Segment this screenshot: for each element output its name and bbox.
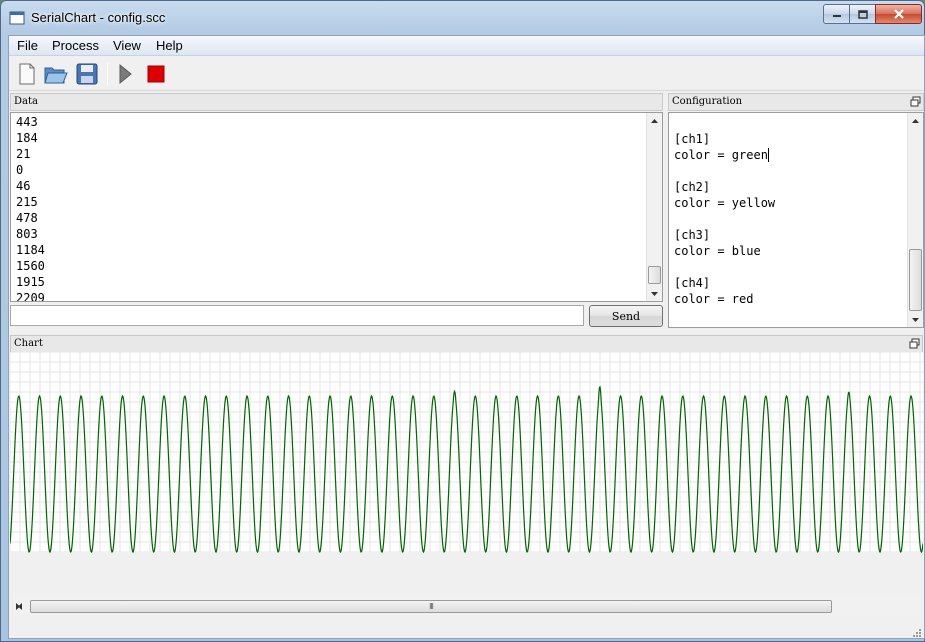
arrow-up-icon [651, 118, 658, 123]
chart-panel-label: Chart [14, 338, 43, 349]
config-line: color = red [674, 292, 754, 306]
data-log-line: 443 [16, 115, 38, 129]
title-bar[interactable]: SerialChart - config.scc [1, 1, 924, 35]
run-button[interactable] [113, 62, 137, 86]
data-log[interactable]: 443 184 21 0 46 215 478 803 1184 1560 1915 2209 [10, 112, 663, 302]
data-log-line: 2209 [16, 291, 45, 302]
config-lines: [ch1] color = green [ch2] color = yellow [ch… [669, 113, 923, 307]
status-bar [9, 624, 924, 639]
scroll-grip: III [429, 602, 434, 611]
scroll-down-arrow[interactable] [647, 286, 662, 301]
data-vertical-scrollbar[interactable] [646, 113, 662, 301]
config-panel-label: Configuration [672, 96, 743, 107]
stop-button[interactable] [144, 62, 168, 86]
application-window: SerialChart - config.scc File Process Vi… [0, 0, 925, 642]
float-dock-icon[interactable] [910, 96, 921, 107]
config-panel-title: Configuration [668, 93, 924, 111]
maximize-icon [857, 9, 868, 19]
data-lines: 443 184 21 0 46 215 478 803 1184 1560 1915 2209 [11, 113, 662, 302]
stop-icon [147, 65, 165, 83]
float-dock-icon[interactable] [909, 338, 920, 349]
chart-scroll-thumb[interactable]: III [30, 600, 832, 613]
config-line [674, 211, 918, 227]
minimize-icon [832, 15, 841, 17]
data-log-line: 478 [16, 211, 38, 225]
maximize-button[interactable] [849, 4, 876, 24]
scroll-up-arrow[interactable] [908, 113, 923, 128]
config-line: [ch4] [674, 276, 711, 290]
config-line: [ch1] [674, 132, 711, 146]
close-button[interactable] [875, 4, 922, 24]
scroll-up-arrow[interactable] [647, 113, 662, 128]
data-panel-title: Data [10, 93, 663, 111]
open-folder-icon [44, 67, 68, 84]
chart-bottom-margin [10, 552, 923, 556]
arrow-down-icon [651, 291, 658, 296]
toolbar [9, 57, 924, 91]
text-caret [767, 148, 769, 162]
arrow-down-icon [912, 317, 919, 322]
data-log-line: 0 [16, 163, 24, 177]
toolbar-separator [107, 63, 108, 85]
data-panel-label: Data [14, 96, 38, 107]
config-editor[interactable]: [ch1] color = green [ch2] color = yellow [ch… [668, 112, 924, 328]
config-line: [ch3] [674, 228, 711, 242]
open-button[interactable] [44, 62, 68, 86]
arrow-right-icon [15, 603, 20, 610]
data-log-line: 215 [16, 195, 38, 209]
scroll-right-arrow[interactable] [10, 599, 25, 614]
close-icon [893, 9, 904, 19]
menu-file[interactable]: File [17, 38, 38, 53]
arrow-up-icon [912, 118, 919, 123]
chart-horizontal-scrollbar[interactable]: III [10, 598, 923, 615]
config-line [674, 163, 918, 179]
chart-panel-title: Chart [10, 335, 923, 353]
data-log-line: 46 [16, 179, 31, 193]
play-icon [119, 63, 132, 85]
menu-help[interactable]: Help [156, 38, 183, 53]
menu-view[interactable]: View [113, 38, 141, 53]
chart-grid [10, 352, 923, 553]
config-line: [ch2] [674, 180, 711, 194]
data-log-line: 803 [16, 227, 38, 241]
window-title: SerialChart - config.scc [31, 10, 166, 25]
data-log-line: 1915 [16, 275, 45, 289]
config-scroll-thumb[interactable] [909, 249, 922, 311]
size-grip-icon[interactable] [911, 627, 922, 638]
data-log-line: 1184 [16, 243, 45, 257]
config-line: color = green [674, 148, 769, 162]
app-icon [9, 11, 25, 25]
data-log-line: 184 [16, 131, 38, 145]
new-file-icon [19, 63, 35, 85]
save-disk-icon [76, 63, 98, 85]
new-file-button[interactable] [15, 62, 39, 86]
config-line [674, 259, 918, 275]
data-log-line: 21 [16, 147, 31, 161]
minimize-button[interactable] [823, 4, 850, 24]
chart-plot [10, 352, 923, 556]
send-button[interactable]: Send [589, 305, 663, 327]
send-input[interactable] [10, 305, 584, 326]
scroll-down-arrow[interactable] [908, 312, 923, 327]
client-area: File Process View Help Data 443 184 21 0… [8, 35, 925, 639]
menu-process[interactable]: Process [52, 38, 99, 53]
config-line: color = yellow [674, 196, 776, 210]
save-button[interactable] [75, 62, 99, 86]
config-line: color = blue [674, 244, 761, 258]
chart-canvas[interactable] [10, 352, 923, 556]
menu-bar: File Process View Help [9, 36, 924, 56]
data-scroll-thumb[interactable] [648, 266, 661, 284]
data-log-line: 1560 [16, 259, 45, 273]
config-vertical-scrollbar[interactable] [907, 113, 923, 327]
